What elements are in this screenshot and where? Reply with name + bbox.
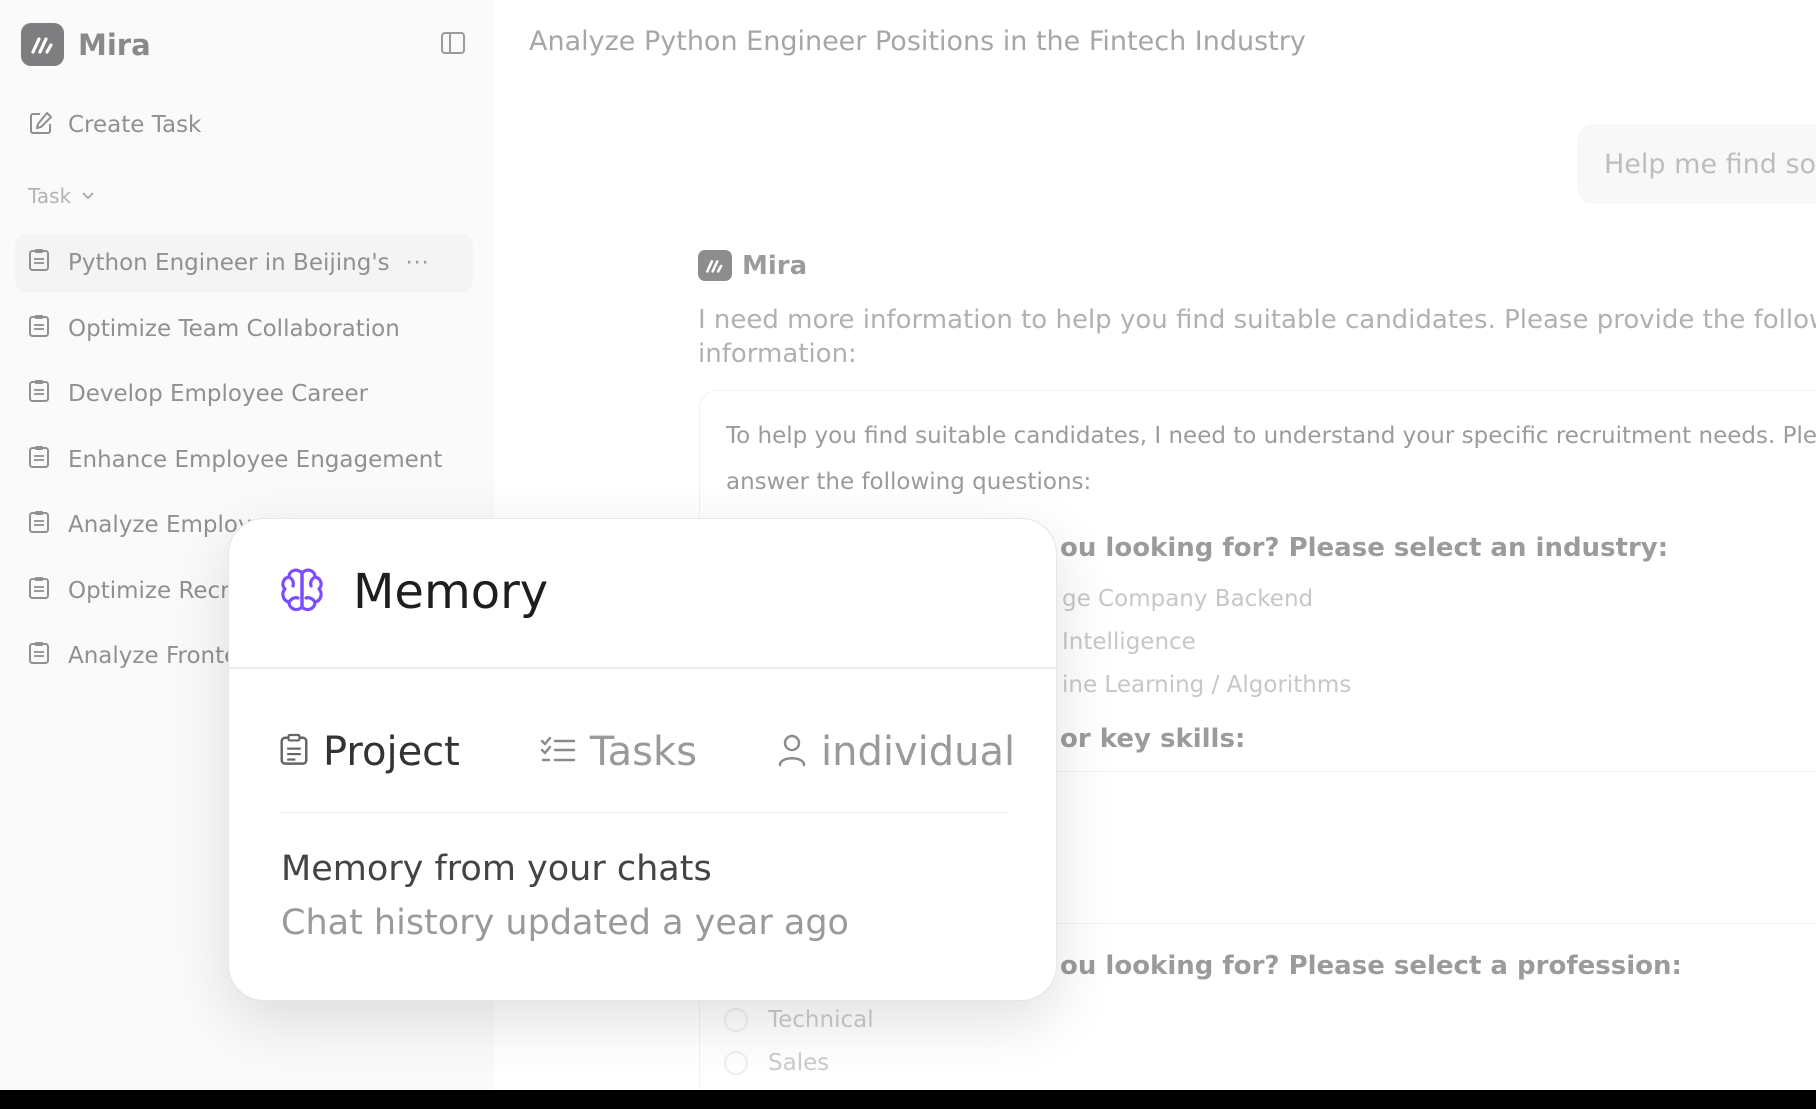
memory-header: Memory [277, 564, 548, 620]
memory-updated-status: Chat history updated a year ago [281, 903, 849, 943]
clipboard-icon [28, 576, 50, 606]
option-label[interactable]: ge Company Backend [1062, 586, 1313, 612]
radio-option[interactable]: Sales [724, 1050, 829, 1076]
memory-panel: Memory Project Tasks individual Memory f… [228, 518, 1057, 1001]
task-section-label: Task [28, 184, 72, 208]
task-item[interactable]: Develop Employee Career [15, 365, 473, 423]
brand-name: Mira [78, 27, 151, 62]
memory-tabs: Project Tasks individual [279, 729, 1015, 775]
option-label[interactable]: ine Learning / Algorithms [1062, 672, 1351, 698]
user-icon [777, 733, 807, 771]
chat-title: Analyze Python Engineer Positions in the… [529, 26, 1306, 57]
assistant-message: I need more information to help you find… [698, 303, 1816, 371]
task-label: Python Engineer in Beijing's [68, 250, 390, 276]
clipboard-icon [28, 379, 50, 409]
tab-project[interactable]: Project [279, 729, 460, 775]
radio-label: Technical [768, 1007, 874, 1033]
question-heading: ou looking for? Please select a professi… [1060, 951, 1682, 981]
option-label[interactable]: Intelligence [1062, 629, 1196, 655]
question-heading: or key skills: [1060, 724, 1246, 754]
radio-label: Sales [768, 1050, 830, 1076]
create-task-button[interactable]: Create Task [28, 110, 201, 140]
divider [229, 667, 1056, 669]
mira-logo-icon [21, 23, 64, 66]
tab-tasks[interactable]: Tasks [540, 729, 697, 775]
question-heading: ou looking for? Please select an industr… [1060, 533, 1669, 563]
radio-button[interactable] [724, 1008, 748, 1032]
task-label: Optimize Recru [68, 577, 245, 604]
task-label: Analyze Fronte [68, 643, 239, 669]
clipboard-icon [28, 641, 50, 671]
brain-icon [277, 565, 327, 619]
mira-logo-icon [698, 250, 732, 281]
create-task-label: Create Task [68, 112, 202, 138]
clipboard-icon [28, 314, 50, 344]
clipboard-icon [279, 733, 309, 771]
tab-label: individual [821, 729, 1016, 775]
task-item[interactable]: Optimize Team Collaboration [15, 300, 473, 358]
task-item[interactable]: Python Engineer in Beijing's ··· [15, 234, 473, 292]
tab-label: Tasks [589, 729, 698, 775]
bottom-bar [0, 1090, 1816, 1109]
more-options-icon[interactable]: ··· [406, 251, 430, 276]
radio-option[interactable]: Technical [724, 1007, 874, 1033]
chevron-down-icon [82, 192, 94, 200]
assistant-name: Mira [742, 250, 808, 281]
task-section-toggle[interactable]: Task [28, 184, 95, 208]
task-label: Optimize Team Collaboration [68, 315, 400, 342]
checklist-icon [540, 735, 576, 769]
tab-label: Project [323, 729, 460, 775]
assistant-header: Mira [698, 250, 807, 281]
memory-subtitle: Memory from your chats [281, 849, 712, 889]
edit-icon [28, 110, 54, 140]
radio-button[interactable] [724, 1051, 748, 1075]
clipboard-icon [28, 445, 50, 475]
task-label: Enhance Employee Engagement [68, 446, 443, 473]
assistant-message-line: information: [698, 339, 857, 369]
task-label: Develop Employee Career [68, 381, 369, 407]
divider [279, 812, 1009, 813]
brand[interactable]: Mira [21, 23, 151, 66]
memory-title: Memory [353, 564, 549, 620]
task-item[interactable]: Enhance Employee Engagement [15, 431, 473, 489]
card-intro: To help you find suitable candidates, I … [726, 423, 1816, 495]
clipboard-icon [28, 248, 50, 278]
clipboard-icon [28, 510, 50, 540]
sidebar-toggle-icon[interactable] [440, 30, 468, 58]
tab-individual[interactable]: individual [777, 729, 1015, 775]
assistant-message-line: I need more information to help you find… [698, 305, 1816, 335]
user-message: Help me find some [1577, 124, 1816, 204]
